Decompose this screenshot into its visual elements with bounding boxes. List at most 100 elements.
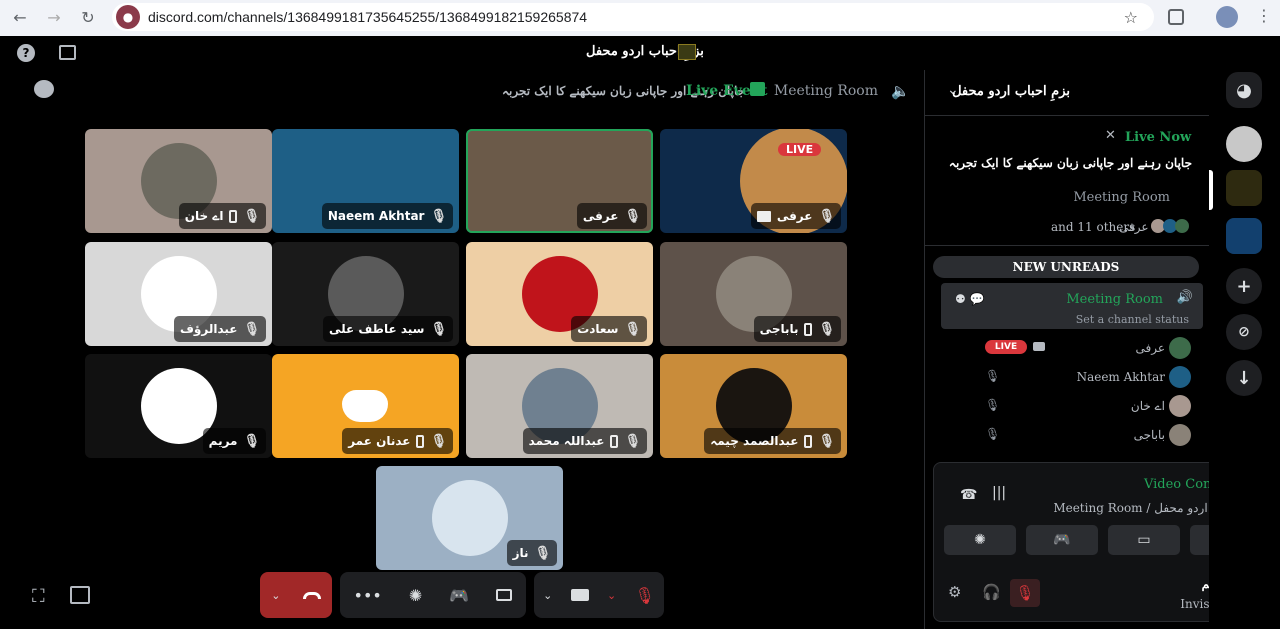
voice-member[interactable]: LIVE عرفی	[965, 336, 1197, 360]
disconnect-button[interactable]: ⌄	[260, 572, 332, 618]
speaker-icon: 🔈	[891, 82, 910, 100]
bookmark-star-icon[interactable]: ☆	[1124, 8, 1138, 27]
extensions-icon[interactable]	[1168, 9, 1184, 25]
participant-nameplate: مریم 🎙	[202, 428, 266, 454]
participant-tile[interactable]: مریم 🎙	[85, 354, 272, 458]
participant-tile[interactable]: Naeem Akhtar 🎙	[272, 129, 459, 233]
menu-kebab-icon[interactable]: ⋮	[1256, 6, 1272, 25]
voice-channel-meeting-room[interactable]: ⚉ 💬 Meeting Room 🔊 Set a channel status	[941, 283, 1203, 329]
mic-muted-icon: 🎙	[818, 208, 835, 224]
participant-nameplate: ناز 🎙	[506, 540, 557, 566]
participant-tile[interactable]: اے خان 🎙	[85, 129, 272, 233]
headphones-icon[interactable]: 🎧	[982, 583, 1001, 601]
participant-tile[interactable]: سید عاطف علی 🎙	[272, 242, 459, 346]
download-icon[interactable]: ↓	[1226, 360, 1262, 396]
member-avatar	[1169, 337, 1191, 359]
reload-button[interactable]: ↻	[77, 6, 99, 28]
more-button[interactable]: •••	[354, 586, 382, 605]
camera-off-icon[interactable]	[570, 589, 589, 601]
participant-tile[interactable]: باباجی 🎙	[660, 242, 847, 346]
participant-nameplate: سید عاطف علی 🎙	[322, 316, 453, 342]
share-screen-icon[interactable]	[496, 589, 513, 601]
participant-tile[interactable]: LIVE عرفی 🎙	[660, 129, 847, 233]
share-screen-button[interactable]: ▭	[1108, 525, 1180, 555]
server-header[interactable]: ⌄ بزمِ احباب اردو محفل	[925, 70, 1210, 116]
participant-tile[interactable]: عبدالصمد چیمہ 🎙	[660, 354, 847, 458]
member-avatar	[1169, 424, 1191, 446]
mic-muted-icon: 🎙	[624, 208, 641, 224]
participant-name: باباجی	[759, 322, 799, 336]
mic-muted-icon: 🎙	[534, 545, 551, 561]
member-name: باباجی	[1133, 428, 1165, 442]
mic-muted-icon[interactable]: 🎙	[635, 586, 655, 605]
chat-bubble-icon[interactable]	[34, 80, 54, 98]
help-icon[interactable]: ?	[17, 44, 35, 62]
voice-member[interactable]: 🎙 اے خان	[965, 394, 1197, 418]
url-text[interactable]: discord.com/channels/1368499181735645255…	[148, 9, 587, 25]
member-name: عرفی	[1135, 341, 1165, 355]
participant-tile[interactable]: عدنان عمر 🎙	[272, 354, 459, 458]
mic-muted-icon: 🎙	[430, 208, 447, 224]
explore-icon[interactable]: ⊘	[1226, 314, 1262, 350]
participant-nameplate: باباجی 🎙	[753, 316, 841, 342]
popout-icon[interactable]	[70, 586, 90, 604]
participant-tile[interactable]: عرفی 🎙	[466, 129, 653, 233]
mobile-phone-icon	[804, 322, 813, 336]
mic-muted-icon: 🎙	[818, 433, 835, 449]
discord-logo-icon	[342, 390, 388, 422]
server-name[interactable]: بزمِ احباب اردو محفل	[952, 84, 1070, 99]
new-unreads-pill[interactable]: NEW UNREADS	[933, 256, 1199, 278]
calendar-icon	[750, 82, 765, 96]
channel-status[interactable]: Set a channel status	[1076, 313, 1189, 326]
back-button[interactable]: ←	[9, 6, 31, 28]
mic-muted-icon: 🎙	[985, 427, 1001, 441]
participant-name: عبداللہ محمد	[528, 434, 605, 448]
settings-gear-icon[interactable]: ⚙	[948, 583, 961, 601]
activities-gamepad-icon[interactable]: 🎮	[449, 586, 469, 605]
address-bar[interactable]: ● discord.com/channels/13684991817356452…	[112, 3, 1154, 31]
invite-members-icon[interactable]: ⚉ 💬	[955, 292, 985, 306]
close-icon[interactable]: ✕	[1105, 128, 1116, 143]
participant-nameplate: عبدالصمد چیمہ 🎙	[704, 428, 841, 454]
inbox-icon[interactable]	[59, 45, 76, 60]
disconnect-icon[interactable]: ☎	[960, 487, 977, 503]
chevron-down-icon[interactable]: ⌄	[271, 589, 280, 602]
channel-name[interactable]: Meeting Room	[1066, 292, 1163, 307]
participant-name: Naeem Akhtar	[327, 209, 425, 223]
participant-nameplate: Naeem Akhtar 🎙	[321, 203, 453, 229]
site-info-icon[interactable]: ●	[116, 5, 140, 29]
forward-button[interactable]: →	[43, 6, 65, 28]
participant-tile[interactable]: ناز 🎙	[376, 466, 563, 570]
soundboard-button[interactable]: ✺	[944, 525, 1016, 555]
voice-speaker-icon: 🔊	[1176, 290, 1193, 305]
fullscreen-icon[interactable]: ⛶	[32, 586, 45, 607]
participant-name: عدنان عمر	[348, 434, 411, 448]
participant-tile[interactable]: عبدالرؤف 🎙	[85, 242, 272, 346]
mic-muted-button[interactable]: 🎙	[1010, 579, 1040, 607]
voice-member[interactable]: 🎙 باباجی	[965, 423, 1197, 447]
live-badge: LIVE	[985, 340, 1027, 354]
mic-chevron-icon[interactable]: ⌄	[607, 589, 616, 602]
soundboard-icon[interactable]: ✺	[409, 586, 422, 605]
profile-avatar[interactable]	[1216, 6, 1238, 28]
member-name: اے خان	[1130, 399, 1165, 413]
discord-home-icon[interactable]: ◕	[1226, 72, 1262, 108]
participant-tile[interactable]: سعادت 🎙	[466, 242, 653, 346]
attendee-avatar	[1175, 219, 1189, 233]
server-logo-icon	[678, 44, 696, 60]
participant-name: ناز	[512, 546, 529, 560]
noise-suppression-icon[interactable]: |||	[992, 485, 1006, 501]
camera-icon	[1033, 342, 1045, 351]
server-icon[interactable]	[1226, 170, 1262, 206]
server-icon[interactable]	[1226, 126, 1262, 162]
activities-button[interactable]: 🎮	[1026, 525, 1098, 555]
add-server-icon[interactable]: +	[1226, 268, 1262, 304]
live-event-card[interactable]: ✕ Live Now جاپان رہنے اور جاپانی زبان سی…	[925, 116, 1210, 246]
mic-muted-icon: 🎙	[985, 398, 1001, 412]
participant-tile[interactable]: عبداللہ محمد 🎙	[466, 354, 653, 458]
voice-channel-name[interactable]: Meeting Room	[1053, 501, 1142, 515]
camera-chevron-icon[interactable]: ⌄	[543, 589, 552, 602]
voice-member[interactable]: 🎙 Naeem Akhtar	[965, 365, 1197, 389]
event-host-name: عرفی	[1119, 220, 1149, 234]
server-icon[interactable]	[1226, 218, 1262, 254]
